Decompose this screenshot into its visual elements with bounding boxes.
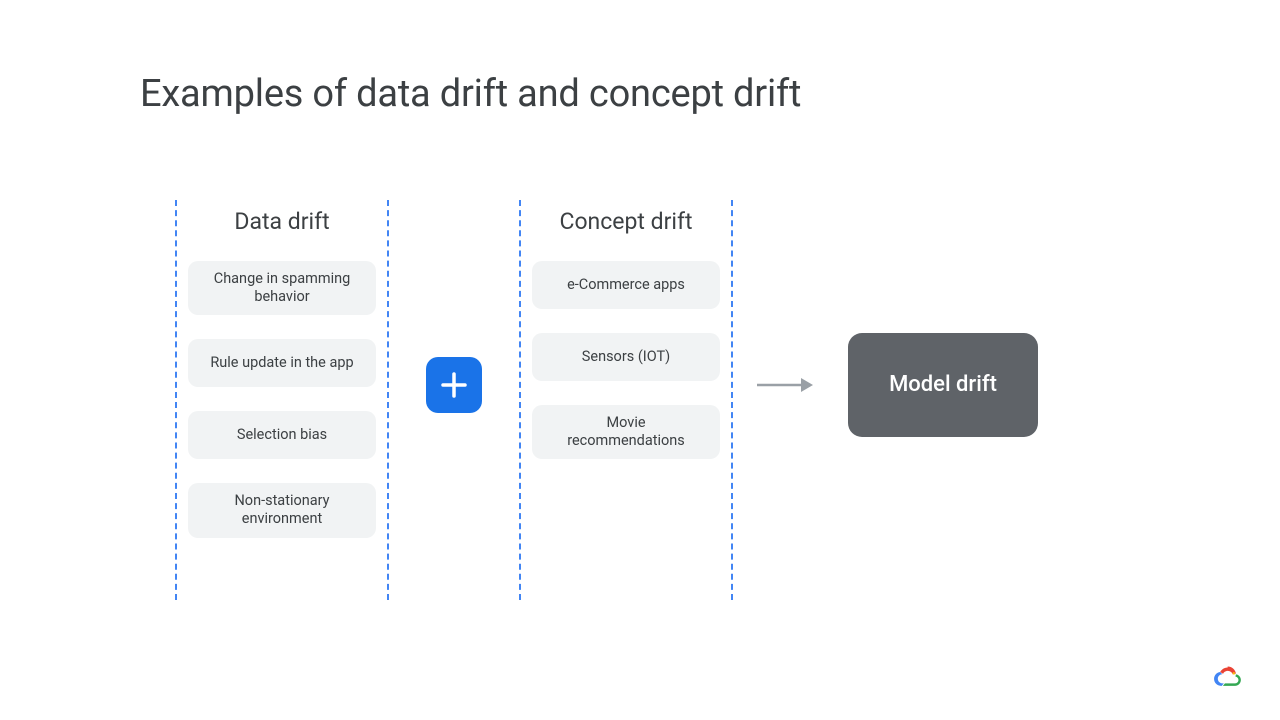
plus-icon [426,357,482,413]
pill-item: Movie recommendations [532,405,720,459]
data-drift-column: Data drift Change in spamming behavior R… [177,190,387,562]
pill-item: Rule update in the app [188,339,376,387]
pill-item: Sensors (IOT) [532,333,720,381]
arrow-icon [733,190,838,590]
result-container: Model drift [848,190,1038,590]
pill-item: Non-stationary environment [188,483,376,537]
pill-item: Selection bias [188,411,376,459]
plus-operator [389,190,519,590]
pill-item: Change in spamming behavior [188,261,376,315]
google-cloud-logo-icon [1212,662,1242,692]
diagram-container: Data drift Change in spamming behavior R… [175,190,1038,600]
column-title-left: Data drift [234,208,329,235]
slide-title: Examples of data drift and concept drift [140,72,801,116]
column-title-right: Concept drift [559,208,692,235]
pill-item: e-Commerce apps [532,261,720,309]
concept-drift-column: Concept drift e-Commerce apps Sensors (I… [521,190,731,483]
model-drift-box: Model drift [848,333,1038,437]
